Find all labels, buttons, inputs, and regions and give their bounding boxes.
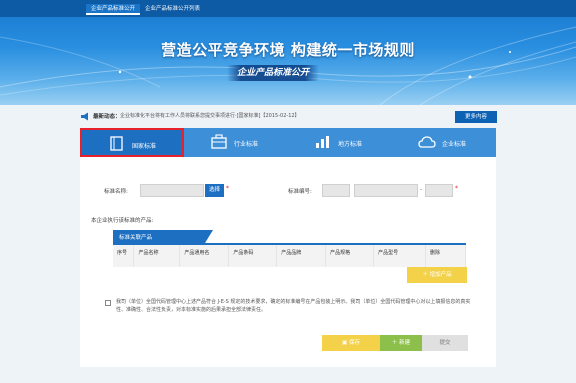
book-icon xyxy=(110,136,123,151)
plus-icon: ＋ xyxy=(422,272,430,278)
standard-type-tabs: 国家标准 行业标准 地方标准 企业标准 xyxy=(80,128,496,157)
notice-text[interactable]: 企业标准化平台将有工作人员将联系您提交事项进行·[国家标准]【2015-02-1… xyxy=(120,112,300,119)
declaration-text: 我司（单位）全国代码管理中心上述产品符合 J-E-S 规定的技术要求，确定的标准… xyxy=(116,299,471,313)
cloud-icon xyxy=(418,136,436,148)
standard-no-number-input[interactable] xyxy=(354,184,418,197)
tab-label: 地方标准 xyxy=(338,141,363,148)
products-heading: 本企业执行该标准的产品: xyxy=(91,218,154,224)
col-brand: 产品品牌 xyxy=(276,245,327,259)
standard-no-prefix-input[interactable] xyxy=(322,184,350,197)
tab-enterprise-standard[interactable]: 企业标准 xyxy=(392,128,496,157)
save-icon: ▣ xyxy=(342,340,349,346)
more-content-button[interactable]: 更多内容 xyxy=(455,111,497,123)
nav-product-standard[interactable]: 企业产品标准公开 xyxy=(86,4,141,15)
select-button[interactable]: 选择 xyxy=(205,184,224,197)
megaphone-icon xyxy=(81,112,88,121)
add-product-label: 增加产品 xyxy=(429,272,452,278)
tab-industry-standard[interactable]: 行业标准 xyxy=(184,128,288,157)
col-delete: 删除 xyxy=(425,245,466,259)
required-mark: * xyxy=(455,185,458,192)
tab-local-standard[interactable]: 地方标准 xyxy=(288,128,392,157)
new-label: 新建 xyxy=(399,340,411,346)
standard-form: 标准名称: 选择 * 标准编号: - * 本企业执行该标准的产品: 标准关联产品… xyxy=(80,157,496,367)
standard-name-input[interactable] xyxy=(140,184,204,197)
tab-label: 行业标准 xyxy=(234,141,259,148)
standard-no-label: 标准编号: xyxy=(288,189,312,195)
separator: - xyxy=(420,186,423,193)
col-spec: 产品规格 xyxy=(325,245,375,259)
save-label: 保存 xyxy=(348,340,360,346)
submit-button[interactable]: 提交 xyxy=(422,335,468,351)
col-barcode: 产品条码 xyxy=(228,245,278,259)
related-products-table: 标准关联产品 序号 产品名称 产品通用名 产品条码 产品品牌 产品规格 产品型号… xyxy=(113,230,466,267)
save-button[interactable]: ▣ 保存 xyxy=(322,335,380,351)
new-button[interactable]: ＋ 新建 xyxy=(380,335,422,351)
tab-label: 国家标准 xyxy=(132,143,157,150)
tab-label: 企业标准 xyxy=(442,141,467,148)
notice-bar: 最新动态： 企业标准化平台将有工作人员将联系您提交事项进行·[国家标准]【201… xyxy=(80,111,495,122)
table-row xyxy=(113,259,466,267)
top-nav: 企业产品标准公开 企业产品标准公开列表 xyxy=(0,0,576,17)
briefcase-icon xyxy=(211,134,227,149)
add-product-button[interactable]: ＋ 增加产品 xyxy=(407,267,467,283)
col-index: 序号 xyxy=(113,245,135,259)
col-product-name: 产品名称 xyxy=(133,245,181,259)
table-title-tab: 标准关联产品 xyxy=(113,230,213,243)
standard-no-year-input[interactable] xyxy=(425,184,453,197)
chart-icon xyxy=(316,136,329,148)
banner-subtitle: 企业产品标准公开 xyxy=(227,65,320,81)
col-model: 产品型号 xyxy=(373,245,426,259)
notice-label: 最新动态： xyxy=(93,114,121,120)
table-title: 标准关联产品 xyxy=(119,235,153,241)
banner-lines-decoration xyxy=(0,26,576,105)
standard-name-label: 标准名称: xyxy=(104,189,128,195)
col-generic-name: 产品通用名 xyxy=(179,245,230,259)
nav-product-standard-list[interactable]: 企业产品标准公开列表 xyxy=(140,4,205,15)
table-header-row: 序号 产品名称 产品通用名 产品条码 产品品牌 产品规格 产品型号 删除 xyxy=(113,245,466,259)
banner: 营造公平竞争环境 构建统一市场规则 企业产品标准公开 xyxy=(0,17,576,105)
agree-checkbox[interactable] xyxy=(105,300,111,306)
banner-slogan: 营造公平竞争环境 构建统一市场规则 xyxy=(161,41,415,59)
tab-national-standard[interactable]: 国家标准 xyxy=(80,128,184,157)
products-table: 序号 产品名称 产品通用名 产品条码 产品品牌 产品规格 产品型号 删除 xyxy=(113,245,466,267)
required-mark: * xyxy=(226,185,229,192)
